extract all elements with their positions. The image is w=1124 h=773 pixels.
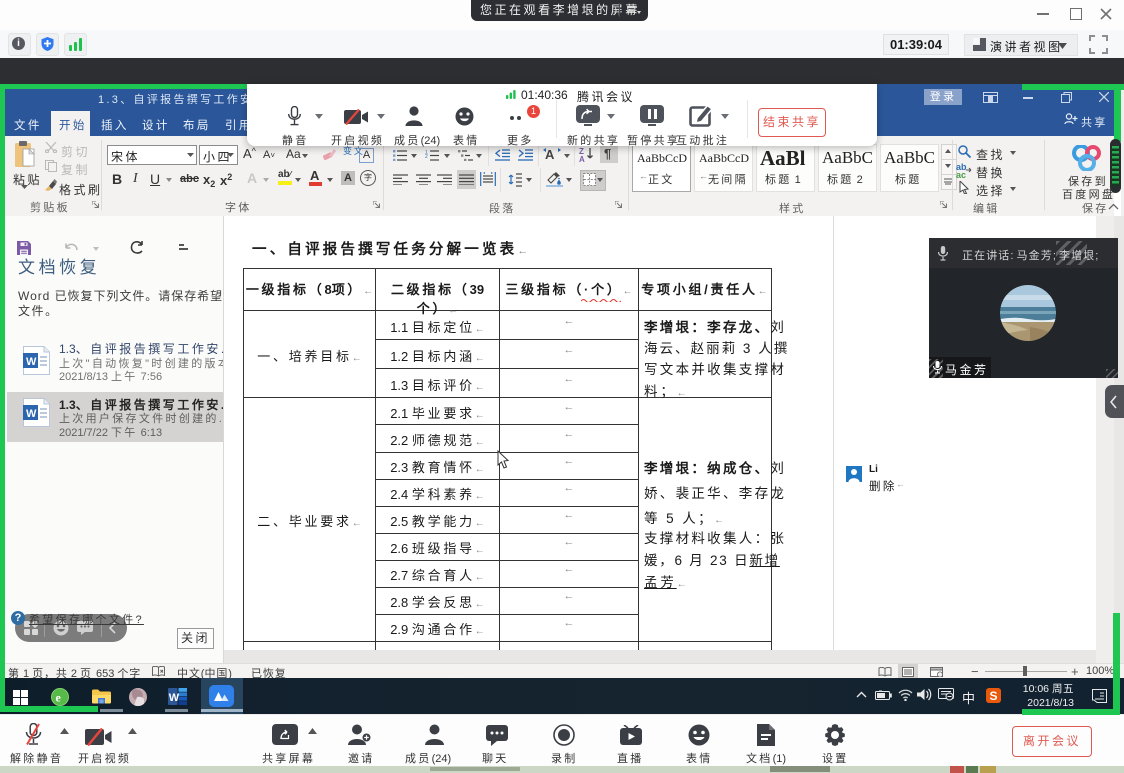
svg-text:W: W — [26, 356, 37, 368]
svg-text:2: 2 — [425, 154, 428, 160]
svg-text:W: W — [169, 692, 180, 704]
svg-text:A: A — [545, 148, 555, 161]
svg-text:A: A — [579, 155, 585, 162]
svg-text:W: W — [26, 408, 37, 420]
svg-text:e: e — [56, 691, 62, 705]
